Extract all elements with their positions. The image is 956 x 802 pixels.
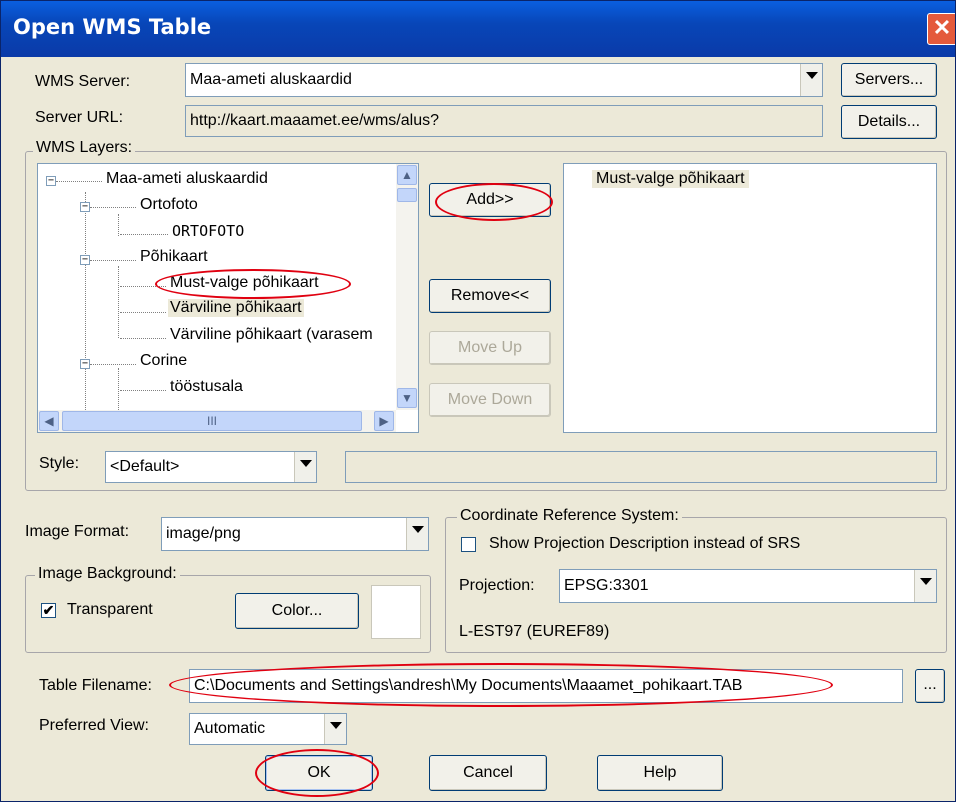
scroll-down-icon[interactable]: ▼ [397, 388, 417, 408]
scroll-up-icon[interactable]: ▲ [397, 165, 417, 185]
title-bar[interactable]: Open WMS Table ✕ [1, 1, 955, 57]
dialog-window: Open WMS Table ✕ WMS Server: Maa-ameti a… [0, 0, 956, 802]
tree-node[interactable]: Põhikaart [140, 248, 208, 266]
help-button[interactable]: Help [597, 755, 723, 791]
image-format-label: Image Format: [25, 523, 130, 540]
chevron-down-icon[interactable] [324, 714, 346, 744]
tree-node[interactable]: Ortofoto [140, 196, 198, 214]
image-format-value: image/png [166, 525, 241, 542]
tree-node-must-valge[interactable]: Must-valge põhikaart [170, 274, 319, 292]
wms-server-select[interactable]: Maa-ameti aluskaardid [185, 63, 823, 97]
style-select[interactable]: <Default> [105, 451, 317, 483]
add-layer-button[interactable]: Add>> [429, 183, 551, 217]
tree-node[interactable]: Maa-ameti aluskaardid [106, 170, 268, 188]
collapse-icon[interactable]: − [80, 255, 90, 265]
table-filename-input[interactable]: C:\Documents and Settings\andresh\My Doc… [189, 669, 903, 703]
scroll-left-icon[interactable]: ◀ [39, 411, 59, 431]
scroll-thumb-horizontal[interactable]: III [62, 411, 362, 431]
tree-node-selected[interactable]: Värviline põhikaart [168, 299, 304, 317]
chevron-down-icon[interactable] [406, 518, 428, 550]
projection-value: EPSG:3301 [564, 577, 649, 594]
image-background-label: Image Background: [35, 565, 180, 583]
wms-server-label: WMS Server: [35, 73, 131, 90]
tree-node[interactable]: tööstusala [170, 378, 243, 396]
layer-tree[interactable]: − Maa-ameti aluskaardid − Ortofoto ORTOF… [37, 163, 419, 433]
server-url-field[interactable]: http://kaart.maaamet.ee/wms/alus? [185, 105, 823, 137]
server-url-label: Server URL: [35, 109, 124, 126]
transparent-label: Transparent [67, 601, 153, 618]
preferred-view-label: Preferred View: [39, 717, 149, 734]
cancel-button[interactable]: Cancel [429, 755, 547, 791]
projection-select[interactable]: EPSG:3301 [559, 569, 937, 603]
image-format-select[interactable]: image/png [161, 517, 429, 551]
selected-layer-item[interactable]: Must-valge põhikaart [592, 170, 749, 188]
selected-layers-list[interactable]: Must-valge põhikaart [563, 163, 937, 433]
crs-label: Coordinate Reference System: [457, 507, 682, 525]
style-description [345, 451, 937, 483]
move-down-button[interactable]: Move Down [429, 383, 551, 417]
projection-description: L-EST97 (EUREF89) [459, 623, 610, 640]
color-swatch [371, 585, 421, 639]
window-title: Open WMS Table [13, 15, 212, 39]
chevron-down-icon[interactable] [914, 570, 936, 602]
table-filename-label: Table Filename: [39, 677, 152, 694]
details-button[interactable]: Details... [841, 105, 937, 139]
chevron-down-icon[interactable] [294, 452, 316, 482]
move-up-button[interactable]: Move Up [429, 331, 551, 365]
vertical-scrollbar[interactable]: ▲ ▼ [396, 164, 418, 410]
wms-layers-label: WMS Layers: [33, 139, 136, 157]
style-label: Style: [39, 455, 80, 472]
show-description-checkbox[interactable] [461, 537, 476, 552]
tree-node[interactable]: Värviline põhikaart (varasem [170, 326, 373, 344]
close-icon[interactable]: ✕ [927, 13, 955, 45]
show-description-label: Show Projection Description instead of S… [489, 535, 801, 552]
style-value: <Default> [110, 458, 180, 475]
collapse-icon[interactable]: − [80, 202, 90, 212]
projection-label: Projection: [459, 577, 535, 594]
scroll-thumb[interactable] [397, 188, 417, 202]
collapse-icon[interactable]: − [46, 176, 56, 186]
remove-layer-button[interactable]: Remove<< [429, 279, 551, 313]
transparent-checkbox[interactable]: ✔ [41, 603, 56, 618]
color-button[interactable]: Color... [235, 593, 359, 629]
preferred-view-value: Automatic [194, 720, 266, 737]
collapse-icon[interactable]: − [80, 359, 90, 369]
horizontal-scrollbar[interactable]: ◀ III ▶ [38, 410, 396, 432]
scroll-right-icon[interactable]: ▶ [374, 411, 394, 431]
browse-button[interactable]: ... [915, 669, 945, 703]
tree-node[interactable]: Corine [140, 352, 187, 370]
servers-button[interactable]: Servers... [841, 63, 937, 97]
wms-server-value: Maa-ameti aluskaardid [190, 71, 352, 88]
chevron-down-icon[interactable] [800, 64, 822, 96]
tree-node[interactable]: ORTOFOTO [172, 222, 244, 240]
preferred-view-select[interactable]: Automatic [189, 713, 347, 745]
ok-button[interactable]: OK [265, 755, 373, 791]
